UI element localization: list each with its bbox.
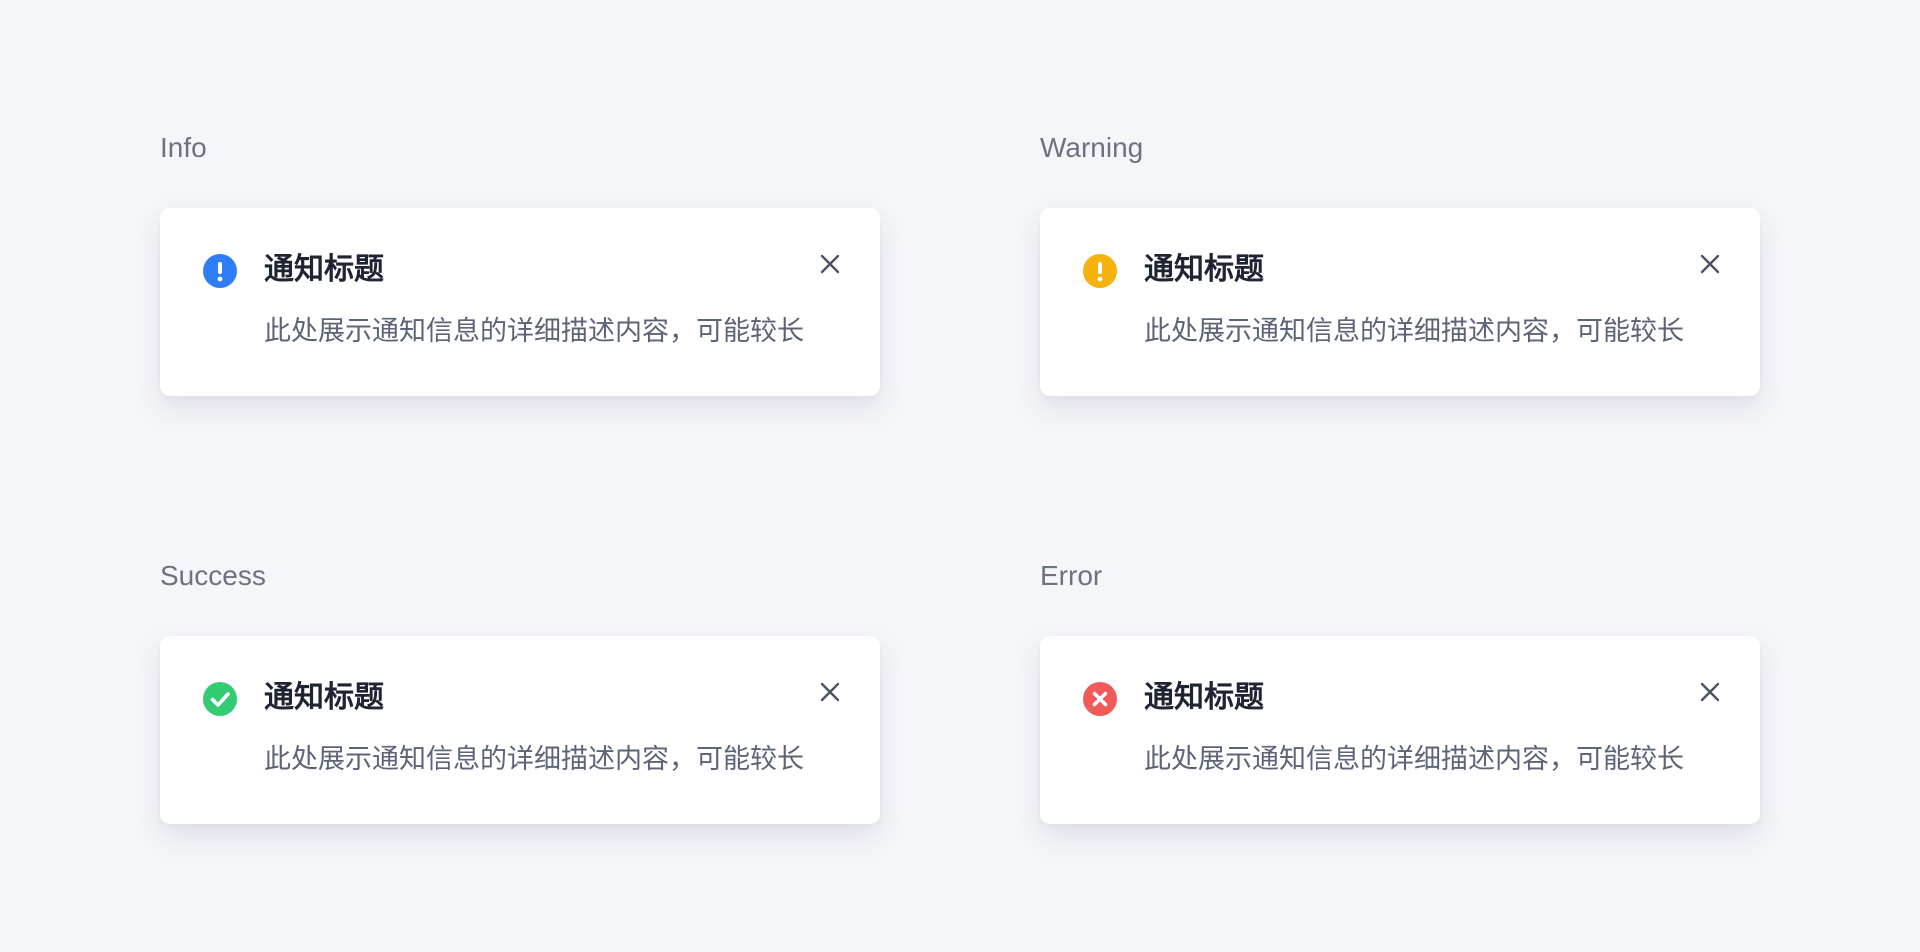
notification-card-error: 通知标题 此处展示通知信息的详细描述内容，可能较长 xyxy=(1040,636,1760,824)
notification-card-warning: 通知标题 此处展示通知信息的详细描述内容，可能较长 xyxy=(1040,208,1760,396)
warning-exclamation-icon xyxy=(1083,254,1117,288)
close-button[interactable] xyxy=(1696,250,1724,278)
notification-description: 此处展示通知信息的详细描述内容，可能较长 xyxy=(264,744,804,775)
notification-title: 通知标题 xyxy=(1144,252,1264,287)
success-check-icon xyxy=(203,682,237,716)
notification-section-warning: Warning 通知标题 此处展示通知信息的详细描述内容，可能较长 xyxy=(1040,130,1760,396)
close-icon xyxy=(820,682,840,702)
close-icon xyxy=(1700,254,1720,274)
close-button[interactable] xyxy=(816,678,844,706)
close-button[interactable] xyxy=(816,250,844,278)
notification-description: 此处展示通知信息的详细描述内容，可能较长 xyxy=(1144,744,1684,775)
section-label: Success xyxy=(160,560,266,591)
close-icon xyxy=(1700,682,1720,702)
info-exclamation-icon xyxy=(203,254,237,288)
close-button[interactable] xyxy=(1696,678,1724,706)
notification-title: 通知标题 xyxy=(264,252,384,287)
section-label: Info xyxy=(160,132,207,163)
notification-description: 此处展示通知信息的详细描述内容，可能较长 xyxy=(1144,316,1684,347)
notification-section-error: Error 通知标题 此处展示通知信息的详细描述内容，可能较长 xyxy=(1040,558,1760,824)
notification-card-info: 通知标题 此处展示通知信息的详细描述内容，可能较长 xyxy=(160,208,880,396)
notification-section-success: Success 通知标题 此处展示通知信息的详细描述内容，可能较长 xyxy=(160,558,880,824)
notification-card-success: 通知标题 此处展示通知信息的详细描述内容，可能较长 xyxy=(160,636,880,824)
section-label: Error xyxy=(1040,560,1103,591)
notification-section-info: Info 通知标题 此处展示通知信息的详细描述内容，可能较长 xyxy=(160,130,880,396)
error-x-icon xyxy=(1083,682,1117,716)
notification-title: 通知标题 xyxy=(1144,680,1264,715)
close-icon xyxy=(820,254,840,274)
notification-title: 通知标题 xyxy=(264,680,384,715)
section-label: Warning xyxy=(1040,132,1144,163)
notification-description: 此处展示通知信息的详细描述内容，可能较长 xyxy=(264,316,804,347)
